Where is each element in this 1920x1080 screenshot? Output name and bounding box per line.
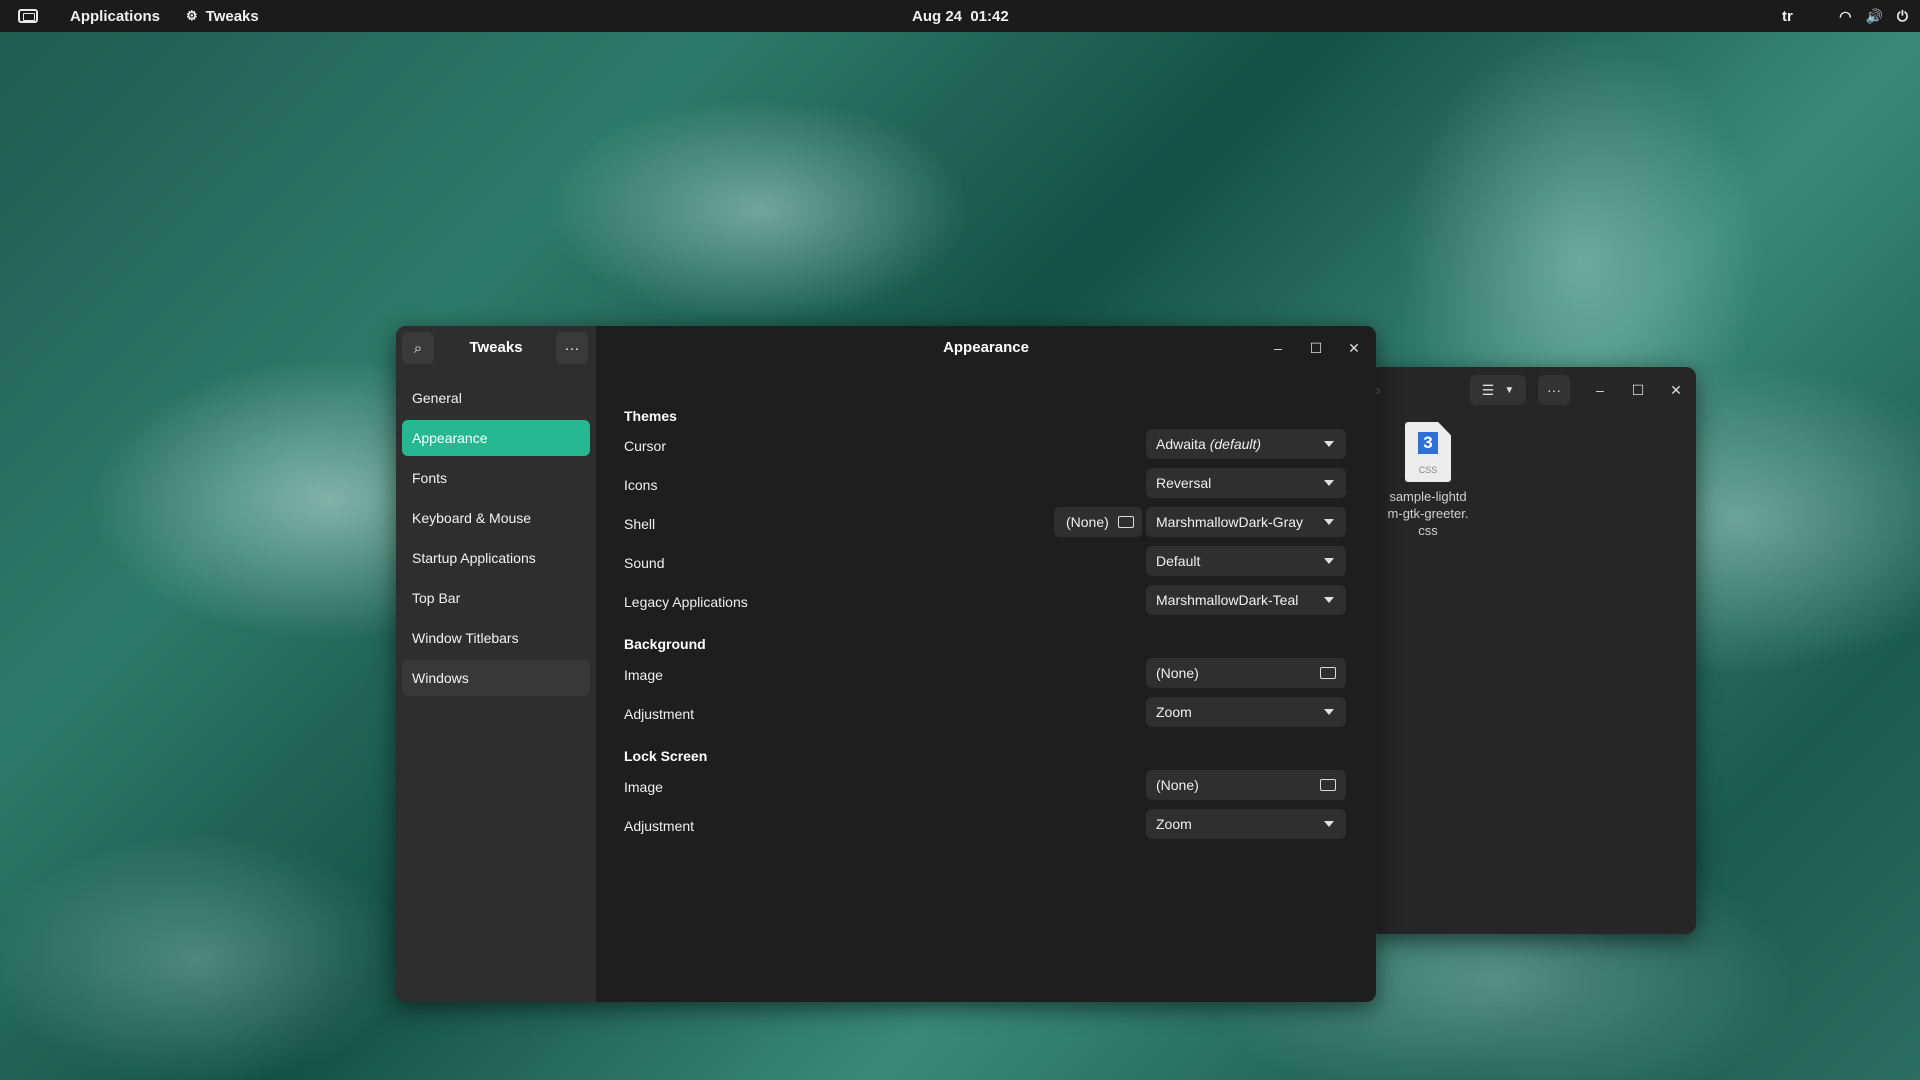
cursor-value: Adwaita: [1156, 436, 1210, 452]
page-title: Appearance: [943, 339, 1029, 356]
tweaks-window[interactable]: ⌕ Tweaks ··· General Appearance Fonts Ke…: [396, 326, 1376, 1002]
background-adjustment-label: Adjustment: [624, 706, 695, 722]
chevron-down-icon: [1324, 441, 1334, 447]
keyboard-layout-label: tr: [1782, 7, 1793, 25]
shell-label: Shell: [624, 516, 656, 532]
menu-button[interactable]: ···: [1538, 375, 1570, 405]
sidebar-item-startup-applications[interactable]: Startup Applications: [402, 540, 590, 576]
lock-screen-adjustment-value: Zoom: [1156, 816, 1192, 832]
maximize-icon: ☐: [1631, 381, 1645, 398]
shell-file-chooser[interactable]: (None): [1054, 507, 1142, 537]
activities-icon: [18, 9, 38, 23]
sidebar: ⌕ Tweaks ··· General Appearance Fonts Ke…: [396, 326, 596, 1002]
maximize-button[interactable]: ☐: [1304, 336, 1328, 360]
list-view-icon: ☰: [1481, 381, 1495, 398]
lock-screen-image-chooser[interactable]: (None): [1146, 770, 1346, 800]
sound-label: Sound: [624, 555, 665, 571]
power-icon: ⏻: [1896, 7, 1908, 24]
section-background: Background: [624, 636, 706, 652]
folder-icon: [1118, 516, 1134, 528]
sidebar-header: ⌕ Tweaks ···: [396, 326, 596, 370]
tweaks-app-icon: ⚙: [186, 8, 198, 23]
applications-menu[interactable]: Applications: [70, 0, 160, 32]
top-bar: Applications ⚙ Tweaks Aug 24 01:42 tr ◠ …: [0, 0, 1920, 32]
clock[interactable]: Aug 24 01:42: [912, 0, 1009, 32]
sidebar-item-fonts[interactable]: Fonts: [402, 460, 590, 496]
css-logo: 3: [1418, 432, 1438, 454]
close-button[interactable]: ✕: [1342, 336, 1366, 360]
wifi-icon: ◠: [1839, 7, 1852, 24]
legacy-applications-label: Legacy Applications: [624, 594, 748, 610]
chevron-down-icon: [1324, 480, 1334, 486]
more-icon: ···: [564, 339, 580, 357]
lock-screen-adjustment-dropdown[interactable]: Zoom: [1146, 809, 1346, 839]
chevron-down-icon: ▼: [1504, 384, 1515, 396]
sidebar-list: General Appearance Fonts Keyboard & Mous…: [402, 380, 590, 700]
background-image-chooser[interactable]: (None): [1146, 658, 1346, 688]
chevron-down-icon: [1324, 821, 1334, 827]
content-pane: Appearance – ☐ ✕ Themes Cursor Adwaita (…: [596, 326, 1376, 1002]
chevron-down-icon: [1324, 709, 1334, 715]
clock-label: Aug 24 01:42: [912, 7, 1009, 25]
chevron-down-icon: [1324, 558, 1334, 564]
section-themes: Themes: [624, 408, 677, 424]
icons-value: Reversal: [1156, 475, 1212, 491]
sidebar-item-keyboard-mouse[interactable]: Keyboard & Mouse: [402, 500, 590, 536]
sound-dropdown[interactable]: Default: [1146, 546, 1346, 576]
background-image-label: Image: [624, 667, 663, 683]
minimize-icon: –: [1274, 340, 1282, 356]
icons-label: Icons: [624, 477, 658, 493]
section-lock-screen: Lock Screen: [624, 748, 708, 764]
more-icon: ···: [1547, 382, 1561, 398]
background-adjustment-value: Zoom: [1156, 704, 1192, 720]
app-menu[interactable]: ⚙ Tweaks: [186, 0, 259, 32]
shell-value: MarshmallowDark-Gray: [1156, 514, 1304, 530]
system-menu[interactable]: ◠ 🔊 ⏻: [1839, 0, 1908, 32]
lock-screen-image-value: (None): [1156, 777, 1199, 793]
icons-dropdown[interactable]: Reversal: [1146, 468, 1346, 498]
cursor-default-tag: (default): [1209, 436, 1262, 452]
sidebar-item-general[interactable]: General: [402, 380, 590, 416]
close-button[interactable]: ✕: [1664, 375, 1688, 405]
view-options-button[interactable]: ☰ ▼: [1470, 375, 1526, 405]
file-name: sample-lightdm-gtk-greeter.css: [1387, 489, 1469, 538]
background-image-value: (None): [1156, 665, 1199, 681]
content-header: Appearance – ☐ ✕: [596, 326, 1376, 370]
sidebar-item-window-titlebars[interactable]: Window Titlebars: [402, 620, 590, 656]
sidebar-item-top-bar[interactable]: Top Bar: [402, 580, 590, 616]
close-icon: ✕: [1670, 381, 1682, 398]
file-item[interactable]: 3 CSS sample-lightdm-gtk-greeter.css: [1380, 422, 1476, 539]
css-file-icon: 3 CSS: [1405, 422, 1451, 482]
lock-screen-image-label: Image: [624, 779, 663, 795]
volume-icon: 🔊: [1865, 7, 1883, 24]
chevron-down-icon: [1324, 519, 1334, 525]
sidebar-item-windows[interactable]: Windows: [402, 660, 590, 696]
background-adjustment-dropdown[interactable]: Zoom: [1146, 697, 1346, 727]
minimize-icon: –: [1596, 382, 1604, 398]
minimize-button[interactable]: –: [1588, 375, 1612, 405]
chevron-down-icon: [1324, 597, 1334, 603]
main-menu-button[interactable]: ···: [556, 332, 588, 364]
maximize-button[interactable]: ☐: [1626, 375, 1650, 405]
file-ext-label: CSS: [1418, 465, 1438, 475]
cursor-label: Cursor: [624, 438, 667, 454]
legacy-applications-dropdown[interactable]: MarshmallowDark-Teal: [1146, 585, 1346, 615]
folder-icon: [1320, 667, 1336, 679]
legacy-applications-value: MarshmallowDark-Teal: [1156, 592, 1299, 608]
folder-icon: [1320, 779, 1336, 791]
keyboard-layout-indicator[interactable]: tr: [1782, 0, 1793, 32]
shell-dropdown[interactable]: MarshmallowDark-Gray: [1146, 507, 1346, 537]
cursor-dropdown[interactable]: Adwaita (default): [1146, 429, 1346, 459]
maximize-icon: ☐: [1309, 339, 1323, 356]
sound-value: Default: [1156, 553, 1201, 569]
minimize-button[interactable]: –: [1266, 336, 1290, 360]
shell-file-value: (None): [1066, 514, 1109, 530]
files-header-bar: ⌕ ☰ ▼ ··· – ☐ ✕: [1370, 367, 1696, 413]
close-icon: ✕: [1348, 339, 1360, 356]
applications-label: Applications: [70, 7, 161, 25]
activities-button[interactable]: [18, 0, 38, 32]
lock-screen-adjustment-label: Adjustment: [624, 818, 695, 834]
sidebar-item-appearance[interactable]: Appearance: [402, 420, 590, 456]
app-menu-label: Tweaks: [205, 7, 259, 25]
